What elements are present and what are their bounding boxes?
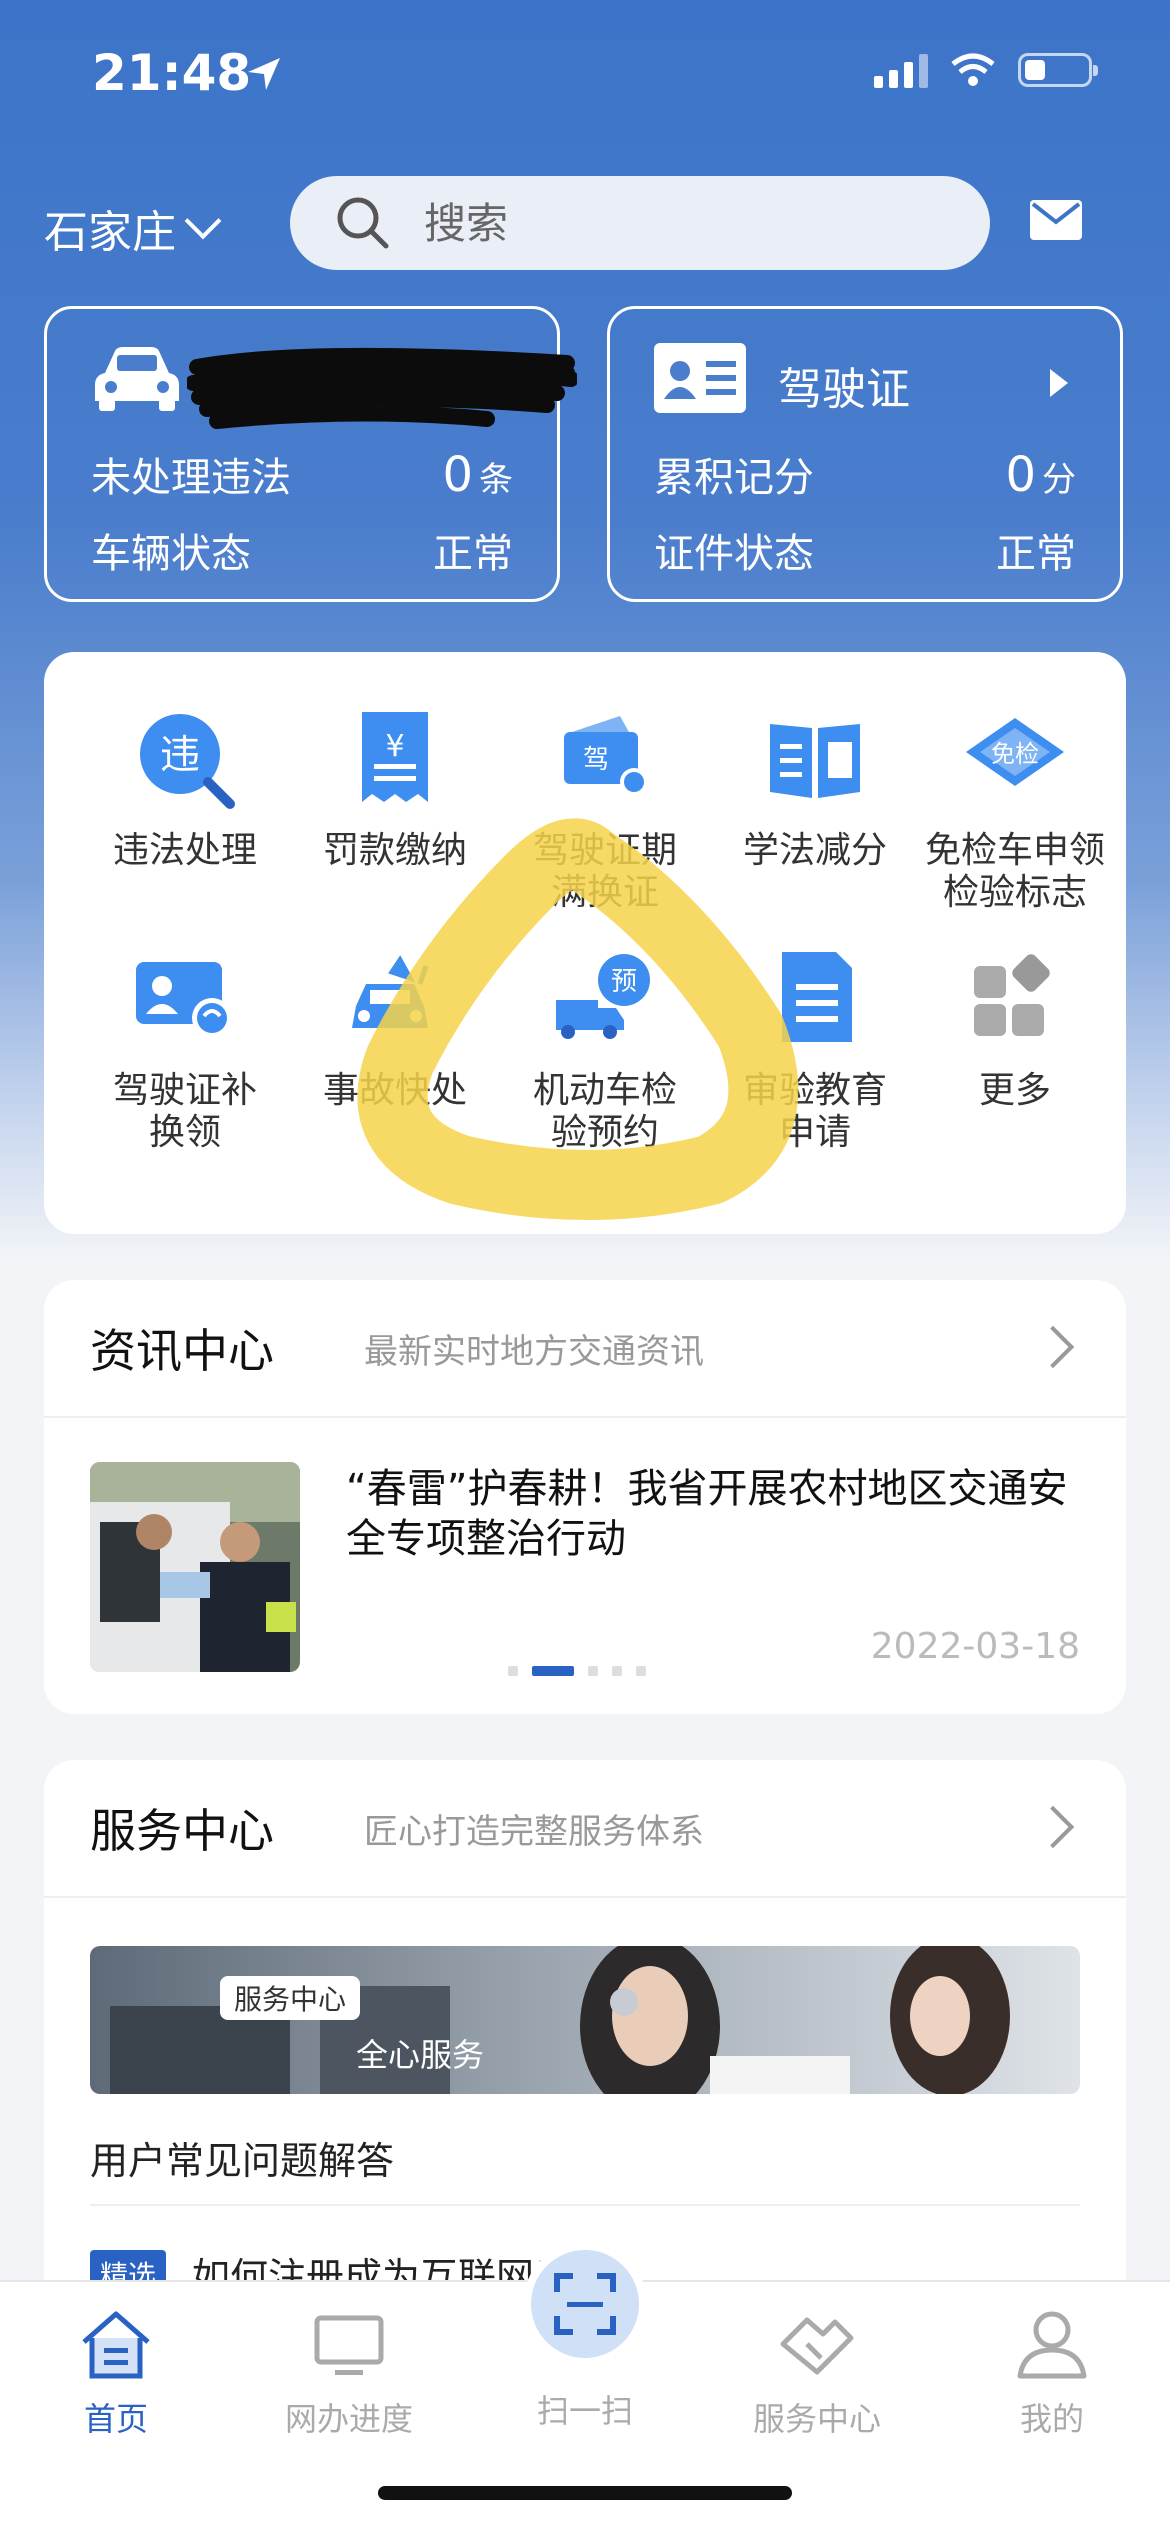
tab-progress[interactable]: 网办进度 bbox=[259, 2304, 439, 2440]
vehicle-status-row: 车辆状态 正常 bbox=[91, 521, 513, 579]
row-value: 0 bbox=[1005, 447, 1036, 503]
service-violation[interactable]: 违 违法处理 bbox=[80, 704, 290, 872]
user-icon bbox=[1017, 2311, 1087, 2379]
vehicle-card[interactable]: 未处理违法 0条 车辆状态 正常 bbox=[44, 306, 577, 602]
license-status-row: 证件状态 正常 bbox=[654, 521, 1076, 579]
news-section[interactable]: 资讯中心 最新实时地方交通资讯 “春雷”护春耕！我省开展农村地区交通安全专项整治… bbox=[44, 1280, 1126, 1714]
scan-icon bbox=[554, 2273, 616, 2335]
status-indicators bbox=[874, 52, 1098, 88]
mail-icon[interactable] bbox=[1030, 200, 1082, 240]
chevron-right-icon bbox=[1031, 1325, 1075, 1369]
car-icon bbox=[95, 347, 179, 411]
news-date: 2022-03-18 bbox=[870, 1626, 1080, 1667]
tab-label: 首页 bbox=[83, 2400, 148, 2438]
home-icon bbox=[82, 2311, 150, 2379]
news-header[interactable]: 资讯中心 最新实时地方交通资讯 bbox=[44, 1280, 1126, 1418]
signal-icon bbox=[874, 52, 928, 88]
svg-text:¥: ¥ bbox=[385, 729, 404, 764]
violation-badge: 违 bbox=[160, 732, 200, 778]
license-card[interactable]: 驾驶证 累积记分 0分 证件状态 正常 bbox=[607, 306, 1123, 602]
news-title: 资讯中心 bbox=[90, 1324, 274, 1378]
service-center-section[interactable]: 服务中心 匠心打造完整服务体系 服务中心 全心服务 用户常见问题解答 精选 如何… bbox=[44, 1760, 1126, 2320]
tab-profile[interactable]: 我的 bbox=[962, 2304, 1142, 2440]
service-center-title: 服务中心 bbox=[90, 1804, 274, 1858]
unprocessed-violations-row: 未处理违法 0条 bbox=[91, 445, 513, 503]
search-icon bbox=[337, 197, 389, 249]
tab-label: 我的 bbox=[1019, 2400, 1084, 2438]
city-selector[interactable]: 石家庄 bbox=[44, 196, 222, 260]
service-exempt-inspection[interactable]: 免检 免检车申领 检验标志 bbox=[910, 704, 1120, 914]
accumulated-points-row: 累积记分 0分 bbox=[654, 445, 1076, 503]
tab-home[interactable]: 首页 bbox=[26, 2304, 206, 2440]
scan-button[interactable] bbox=[523, 2242, 647, 2366]
tab-label: 服务中心 bbox=[752, 2400, 881, 2438]
service-center-subtitle: 匠心打造完整服务体系 bbox=[364, 1811, 704, 1852]
search-bar[interactable] bbox=[290, 176, 990, 270]
banner-tag: 服务中心 bbox=[220, 1976, 361, 2020]
service-banner[interactable]: 服务中心 全心服务 bbox=[90, 1946, 1080, 2094]
yellow-highlight-annotation bbox=[357, 818, 799, 1220]
service-label: 驾驶证补 换领 bbox=[112, 1070, 257, 1153]
service-label: 更多 bbox=[978, 1070, 1051, 1111]
carousel-dots bbox=[508, 1666, 646, 1676]
exempt-badge: 免检 bbox=[991, 740, 1039, 768]
home-indicator bbox=[378, 2486, 792, 2500]
tab-service-center[interactable]: 服务中心 bbox=[727, 2304, 907, 2440]
service-label: 违法处理 bbox=[112, 830, 257, 871]
handshake-icon bbox=[780, 2317, 854, 2375]
search-input[interactable] bbox=[422, 197, 946, 249]
service-more[interactable]: 更多 bbox=[910, 944, 1120, 1112]
fine-payment-icon: ¥ bbox=[362, 712, 428, 802]
study-reduce-icon bbox=[770, 724, 860, 798]
license-renewal-icon: 驾 bbox=[564, 716, 648, 796]
id-card-icon bbox=[654, 343, 746, 413]
service-label: 免检车申领 检验标志 bbox=[924, 830, 1105, 913]
divider bbox=[90, 2204, 1080, 2206]
play-arrow-icon bbox=[1050, 369, 1068, 397]
redacted-plate-scribble bbox=[187, 347, 577, 429]
news-thumbnail[interactable] bbox=[90, 1462, 300, 1672]
row-value: 0 bbox=[442, 447, 473, 503]
license-card-title: 驾驶证 bbox=[778, 364, 910, 415]
row-label: 车辆状态 bbox=[91, 531, 251, 577]
row-value: 正常 bbox=[433, 531, 513, 577]
more-icon bbox=[974, 954, 1050, 1036]
service-center-header[interactable]: 服务中心 匠心打造完整服务体系 bbox=[44, 1760, 1126, 1898]
tab-label: 扫一扫 bbox=[536, 2392, 633, 2430]
tab-label: 网办进度 bbox=[284, 2400, 413, 2438]
row-value: 正常 bbox=[996, 531, 1076, 577]
location-arrow-icon bbox=[248, 58, 280, 90]
battery-icon bbox=[1018, 53, 1098, 87]
banner-text: 全心服务 bbox=[356, 2036, 485, 2074]
license-replace-icon bbox=[136, 962, 232, 1038]
faq-title: 用户常见问题解答 bbox=[90, 2139, 395, 2183]
exempt-inspection-icon: 免检 bbox=[966, 718, 1064, 786]
chevron-right-icon bbox=[1031, 1805, 1075, 1849]
row-label: 累积记分 bbox=[654, 455, 814, 501]
city-name: 石家庄 bbox=[44, 207, 176, 258]
wifi-icon bbox=[951, 53, 995, 86]
tab-scan[interactable]: 扫一扫 bbox=[495, 2382, 675, 2432]
chevron-down-icon bbox=[184, 202, 222, 240]
row-unit: 分 bbox=[1042, 460, 1076, 500]
status-time: 21:48 bbox=[92, 44, 252, 102]
license-badge: 驾 bbox=[583, 745, 609, 775]
row-unit: 条 bbox=[479, 460, 513, 500]
row-label: 未处理违法 bbox=[91, 455, 291, 501]
violation-icon: 违 bbox=[140, 714, 235, 809]
row-label: 证件状态 bbox=[654, 531, 814, 577]
monitor-icon bbox=[314, 2315, 384, 2375]
news-headline[interactable]: “春雷”护春耕！我省开展农村地区交通安全专项整治行动 bbox=[346, 1464, 1086, 1564]
news-subtitle: 最新实时地方交通资讯 bbox=[364, 1331, 704, 1372]
service-license-replace[interactable]: 驾驶证补 换领 bbox=[80, 944, 290, 1154]
